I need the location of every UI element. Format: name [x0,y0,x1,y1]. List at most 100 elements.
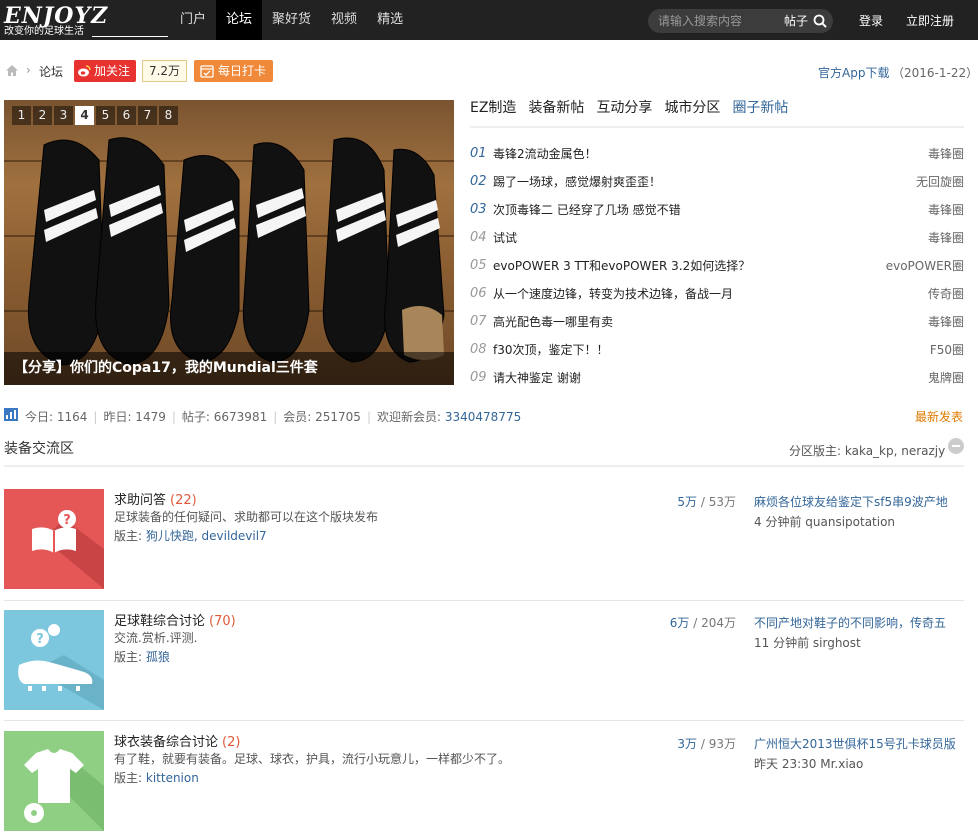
moderator-names[interactable]: 孤狼 [146,650,170,664]
home-icon[interactable] [5,64,19,77]
slide-number[interactable]: 1 [12,106,31,125]
slide-number[interactable]: 2 [33,106,52,125]
topic-title[interactable]: 请大神鉴定 谢谢 [493,364,581,392]
topic-title[interactable]: evoPOWER 3 TT和evoPOWER 3.2如何选择？ [493,252,750,280]
nav-portal[interactable]: 门户 [170,0,216,40]
topic-title[interactable]: 高光配色毒一哪里有卖 [493,308,613,336]
topic-number: 06 [470,286,487,301]
tab-gear-new[interactable]: 装备新帖 [528,99,584,117]
nav-video[interactable]: 视频 [321,0,367,40]
forum-title[interactable]: 求助问答 (22) [114,489,197,508]
topic-number: 08 [470,342,487,357]
topic-title[interactable]: 试试 [493,224,517,252]
topic-circle[interactable]: 无回旋圈 [916,168,964,196]
topic-number: 07 [470,314,487,329]
slide-number[interactable]: 5 [96,106,115,125]
last-post-title[interactable]: 不同产地对鞋子的不同影响，传奇五 [754,614,964,631]
tabs-divider [470,126,964,128]
topic-number: 09 [470,370,487,385]
app-download-link[interactable]: 官方App下载 [818,64,889,81]
topic-row[interactable]: 01 毒锋2流动金属色！ 毒锋圈 [470,140,964,168]
search-box: 帖子 [648,9,833,33]
topic-row[interactable]: 09 请大神鉴定 谢谢 鬼牌圈 [470,364,964,392]
search-input[interactable] [658,12,778,30]
latest-posts-link[interactable]: 最新发表 [915,408,963,425]
forum-row: ? 求助问答 (22) 足球装备的任何疑问、求助都可以在这个版块发布 版主: 狗儿… [4,489,964,590]
tab-interactive[interactable]: 互动分享 [596,99,652,117]
last-post-title[interactable]: 麻烦各位球友给鉴定下sf5串9波产地 [754,493,964,510]
stat-today: 今日: 1164 [25,410,88,424]
stat-welcome: 欢迎新会员: [376,410,442,424]
help-book-icon[interactable]: ? [4,489,104,589]
topic-circle[interactable]: evoPOWER圈 [886,252,964,280]
search-type-select[interactable]: 帖子 [784,13,808,29]
weibo-icon [78,65,91,77]
forum-stats: 6万 / 204万 [669,616,736,630]
forum-name[interactable]: 足球鞋综合讨论 [114,614,205,629]
moderators-label: 版主: [114,650,143,664]
logo-slogan: 改变你的足球生活 [4,26,84,37]
topic-row[interactable]: 06 从一个速度边锋，转变为技术边锋，备战一月 传奇圈 [470,280,964,308]
tab-city[interactable]: 城市分区 [664,99,720,117]
collapse-icon[interactable] [948,438,964,454]
tab-ez-made[interactable]: EZ制造 [470,99,516,117]
breadcrumb-current[interactable]: 论坛 [39,63,63,80]
topic-circle[interactable]: 毒锋圈 [928,224,964,252]
topic-row[interactable]: 04 试试 毒锋圈 [470,224,964,252]
forum-name[interactable]: 球衣装备综合讨论 [114,735,218,750]
breadcrumb-separator: › [26,63,31,77]
slide-number[interactable]: 8 [159,106,178,125]
topic-circle[interactable]: 传奇圈 [928,280,964,308]
topic-list: 01 毒锋2流动金属色！ 毒锋圈 02 踢了一场球，感觉爆射爽歪歪！ 无回旋圈 … [470,140,964,392]
football-boot-icon[interactable]: ? [4,610,104,710]
moderator-names[interactable]: 狗儿快跑, devildevil7 [146,529,267,543]
topic-number: 02 [470,174,487,189]
login-link[interactable]: 登录 [859,12,883,29]
topic-circle[interactable]: F50圈 [930,336,964,364]
daily-checkin-button[interactable]: 每日打卡 [194,60,273,82]
slide-caption[interactable]: 【分享】你们的Copa17，我的Mundial三件套 [4,352,454,385]
topic-tabs: EZ制造 装备新帖 互动分享 城市分区 圈子新帖 [470,99,800,117]
topic-title[interactable]: 从一个速度边锋，转变为技术边锋，备战一月 [493,280,733,308]
tab-circle-new[interactable]: 圈子新帖 [732,99,788,117]
nav-goods[interactable]: 聚好货 [262,0,321,40]
app-release-date: （2016-1-22） [892,66,978,80]
topic-circle[interactable]: 毒锋圈 [928,308,964,336]
daily-checkin-label: 每日打卡 [218,64,267,78]
row-divider [4,720,964,721]
stat-yesterday: 昨日: 1479 [103,410,166,424]
register-link[interactable]: 立即注册 [906,12,954,29]
topic-title[interactable]: 踢了一场球，感觉爆射爽歪歪！ [493,168,661,196]
search-icon[interactable] [812,13,828,29]
forum-title[interactable]: 足球鞋综合讨论 (70) [114,610,236,629]
forum-name[interactable]: 求助问答 [114,493,166,508]
moderator-names[interactable]: kittenion [146,771,199,785]
forum-title[interactable]: 球衣装备综合讨论 (2) [114,731,240,750]
topic-row[interactable]: 03 次顶毒锋二 已经穿了几场 感觉不错 毒锋圈 [470,196,964,224]
new-member-link[interactable]: 3340478775 [445,410,521,424]
topic-row[interactable]: 08 f30次顶，鉴定下！！ F50圈 [470,336,964,364]
topic-title[interactable]: f30次顶，鉴定下！！ [493,336,609,364]
last-post-meta: 11 分钟前 sirghost [754,636,861,650]
topic-title[interactable]: 次顶毒锋二 已经穿了几场 感觉不错 [493,196,681,224]
last-post-title[interactable]: 广州恒大2013世俱杯15号孔卡球员版 [754,735,964,752]
topic-circle[interactable]: 毒锋圈 [928,196,964,224]
topic-circle[interactable]: 鬼牌圈 [928,364,964,392]
logo-text: ENJOYZ [4,3,109,29]
slide-number[interactable]: 7 [138,106,157,125]
slide-number[interactable]: 6 [117,106,136,125]
weibo-follow-button[interactable]: 加关注 [74,60,136,82]
nav-featured[interactable]: 精选 [367,0,413,40]
site-logo[interactable]: ENJOYZ 改变你的足球生活 [4,4,169,38]
slide-number-active[interactable]: 4 [75,106,94,125]
topic-row[interactable]: 07 高光配色毒一哪里有卖 毒锋圈 [470,308,964,336]
topic-row[interactable]: 05 evoPOWER 3 TT和evoPOWER 3.2如何选择？ evoPO… [470,252,964,280]
slide-number[interactable]: 3 [54,106,73,125]
topic-row[interactable]: 02 踢了一场球，感觉爆射爽歪歪！ 无回旋圈 [470,168,964,196]
topic-title[interactable]: 毒锋2流动金属色！ [493,140,597,168]
nav-forum[interactable]: 论坛 [216,0,263,40]
forum-today-count: (70) [209,614,236,629]
jersey-icon[interactable] [4,731,104,831]
topic-circle[interactable]: 毒锋圈 [928,140,964,168]
featured-slideshow[interactable]: 1 2 3 4 5 6 7 8 【分享】你们的Copa17，我的Mundial三… [4,100,454,385]
